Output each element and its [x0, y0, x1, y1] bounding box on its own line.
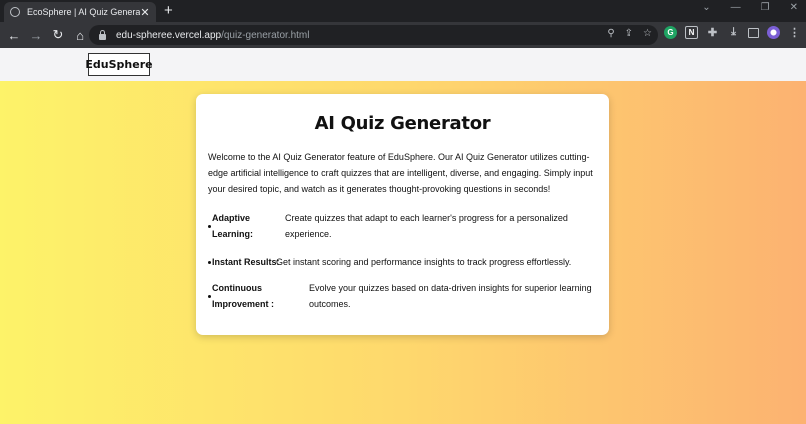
download-icon[interactable]: ⤓: [727, 26, 740, 39]
minimize-icon[interactable]: —: [731, 2, 741, 13]
side-panel-icon[interactable]: [748, 27, 759, 38]
feature-label: Improvement :: [212, 299, 275, 309]
window-controls: ⌄ — ❐ ✕: [702, 2, 798, 13]
page-title: AI Quiz Generator: [314, 113, 491, 134]
omnibox-icons: ⚲ ⇪ ☆: [607, 28, 652, 39]
close-window-icon[interactable]: ✕: [790, 2, 798, 13]
bullet: [208, 225, 211, 228]
feature-description: outcomes.: [309, 299, 351, 309]
feature-item-instant-results: Instant Results: Get instant scoring and…: [208, 254, 598, 270]
menu-icon[interactable]: ⋮: [788, 26, 801, 39]
intro-text: Welcome to the AI Quiz Generator feature…: [208, 152, 593, 194]
tab-search-icon[interactable]: ⌄: [702, 2, 710, 13]
url-host: edu-spheree.vercel.app: [116, 29, 222, 41]
site-logo[interactable]: EduSphere: [85, 53, 153, 76]
browser-toolbar: ← → ↻ ⌂ edu-spheree.vercel.app /quiz-gen…: [0, 22, 806, 48]
back-icon[interactable]: ←: [3, 28, 25, 43]
avatar[interactable]: [767, 26, 780, 39]
bullet: [208, 295, 211, 298]
page-content: EduSphere AI Quiz Generator Welcome to t…: [0, 48, 806, 424]
quiz-generator-card: AI Quiz Generator Welcome to the AI Quiz…: [196, 94, 609, 335]
share-icon[interactable]: ⇪: [625, 28, 633, 39]
globe-icon: [10, 7, 20, 17]
feature-item-continuous-improvement: Continuous Improvement : Evolve your qui…: [208, 280, 598, 314]
feature-label: Instant Results:: [212, 257, 280, 267]
browser-tab[interactable]: EcoSphere | AI Quiz Generator ✕: [4, 2, 156, 22]
tab-title: EcoSphere | AI Quiz Generator: [27, 7, 140, 17]
close-tab-icon[interactable]: ✕: [140, 6, 150, 19]
bullet: [208, 261, 211, 264]
site-header: EduSphere: [0, 48, 806, 81]
extension-icons: G N ✚ ⤓ ⋮: [664, 26, 801, 39]
address-bar[interactable]: edu-spheree.vercel.app /quiz-generator.h…: [89, 25, 658, 45]
restore-icon[interactable]: ❐: [761, 2, 770, 13]
browser-tabstrip: EcoSphere | AI Quiz Generator ✕ + ⌄ — ❐ …: [0, 0, 806, 22]
puzzle-icon[interactable]: ✚: [706, 26, 719, 39]
feature-description: Evolve your quizzes based on data-driven…: [309, 283, 592, 293]
new-tab-button[interactable]: +: [164, 2, 173, 20]
forward-icon[interactable]: →: [25, 28, 47, 43]
feature-label: Learning:: [212, 229, 254, 239]
feature-description: Get instant scoring and performance insi…: [276, 257, 572, 267]
home-icon[interactable]: ⌂: [69, 28, 91, 43]
feature-label: Adaptive: [212, 213, 251, 223]
grammarly-icon[interactable]: G: [664, 26, 677, 39]
feature-item-adaptive-learning: Adaptive Learning: Create quizzes that a…: [208, 210, 598, 244]
star-icon[interactable]: ☆: [643, 28, 652, 39]
reload-icon[interactable]: ↻: [47, 27, 69, 43]
feature-description: Create quizzes that adapt to each learne…: [285, 213, 568, 223]
feature-description: experience.: [285, 229, 332, 239]
feature-label: Continuous: [212, 283, 262, 293]
notion-icon[interactable]: N: [685, 26, 698, 39]
search-icon[interactable]: ⚲: [607, 28, 614, 39]
url-path: /quiz-generator.html: [221, 29, 310, 41]
lock-icon: [99, 29, 106, 40]
